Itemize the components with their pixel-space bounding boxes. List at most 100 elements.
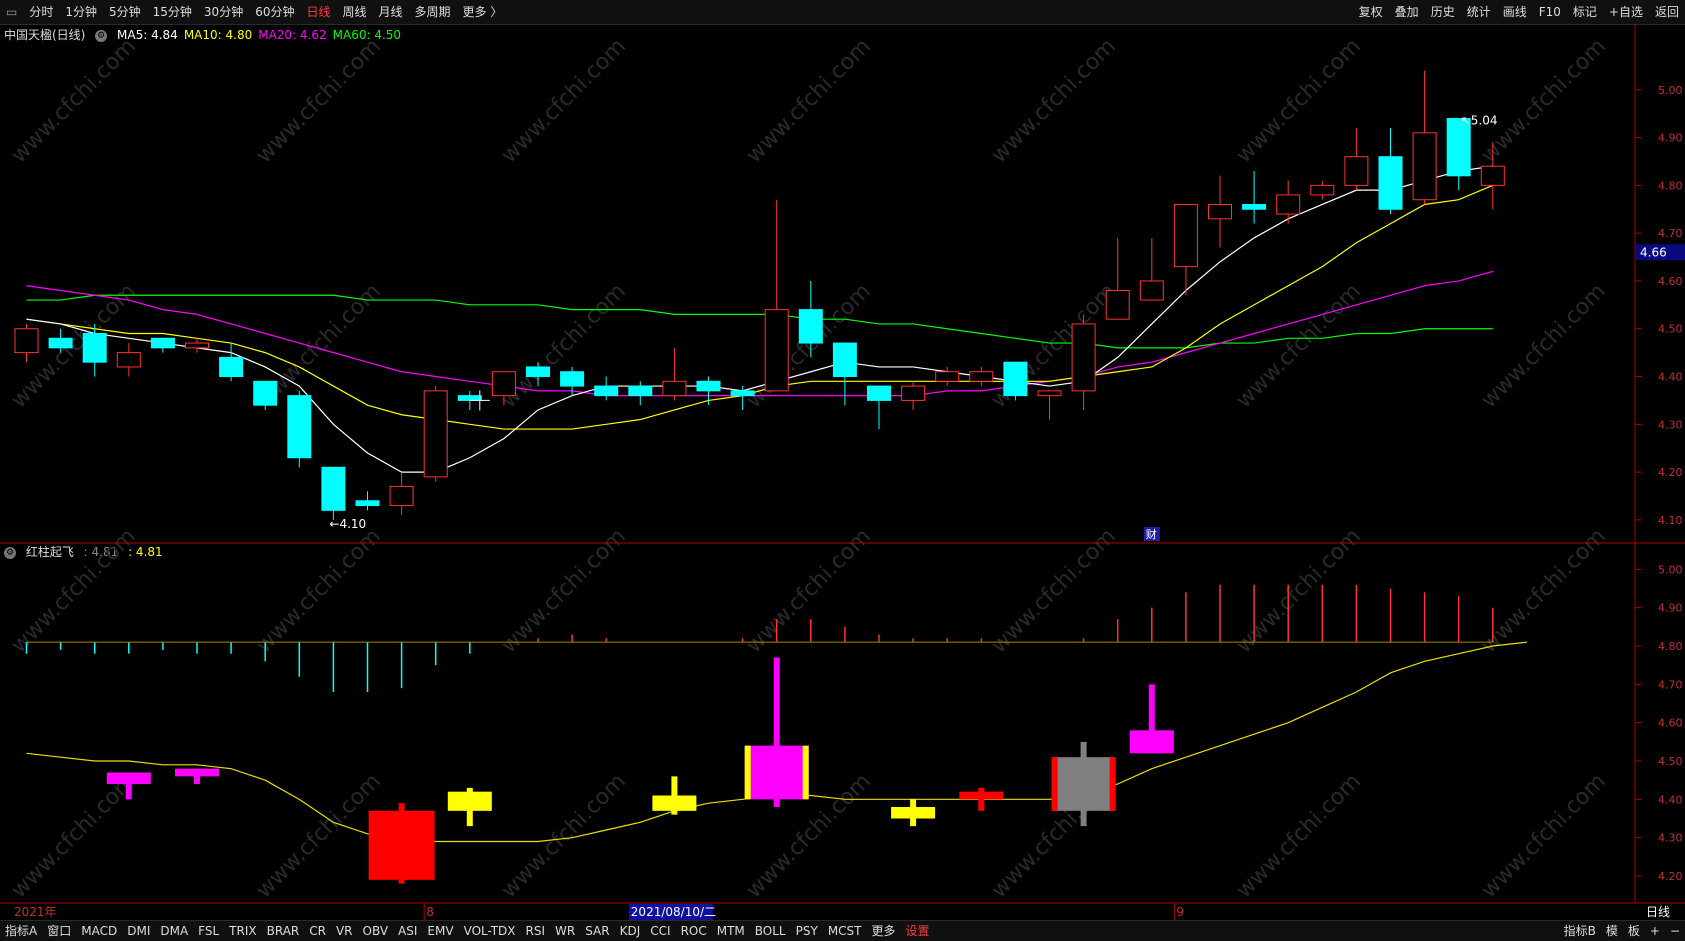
indicator-tab-5[interactable]: FSL	[193, 921, 224, 941]
tool-button-4[interactable]: 画线	[1497, 0, 1533, 24]
bottom-right-button-0[interactable]: 指标B	[1559, 921, 1601, 941]
watermark-text: www.cfchi.com	[1232, 524, 1366, 658]
period-tab-8[interactable]: 月线	[373, 0, 409, 24]
period-tab-5[interactable]: 60分钟	[249, 0, 300, 24]
chart-area[interactable]: www.cfchi.com www.cfchi.com www.cfchi.com w…	[0, 24, 1685, 920]
period-tab-4[interactable]: 30分钟	[198, 0, 249, 24]
indicator-tab-9[interactable]: VR	[331, 921, 358, 941]
period-tab-1[interactable]: 1分钟	[59, 0, 103, 24]
indicator-tab-16[interactable]: SAR	[580, 921, 614, 941]
candle-body	[389, 485, 414, 507]
indicator-tab-18[interactable]: CCI	[645, 921, 675, 941]
watermark-text: www.cfchi.com	[1232, 769, 1366, 903]
indicator-tick-label: 4.50	[1658, 755, 1683, 768]
signal-edge	[802, 745, 809, 800]
indicator-tab-12[interactable]: EMV	[422, 921, 458, 941]
indicator-tab-17[interactable]: KDJ	[615, 921, 646, 941]
indicator-tab-0[interactable]: 指标A	[0, 921, 42, 941]
candle-body	[219, 356, 244, 378]
indicator-tab-14[interactable]: RSI	[521, 921, 551, 941]
candle-body	[1173, 203, 1198, 268]
period-tab-10[interactable]: 更多 〉	[457, 0, 509, 24]
tool-button-3[interactable]: 统计	[1461, 0, 1497, 24]
price-tick-label: 4.70	[1658, 227, 1683, 240]
watermark-text: www.cfchi.com	[252, 524, 386, 658]
candle-body	[423, 390, 448, 478]
indicator-tab-10[interactable]: OBV	[358, 921, 394, 941]
watermark-text: www.cfchi.com	[1477, 34, 1611, 168]
signal-body	[1051, 757, 1116, 811]
period-tab-0[interactable]: 分时	[23, 0, 59, 24]
candle-body	[935, 371, 960, 382]
tool-button-8[interactable]: 返回	[1649, 0, 1685, 24]
signal-body	[175, 768, 219, 777]
price-tick-label: 4.30	[1658, 418, 1683, 431]
indicator-tab-8[interactable]: CR	[304, 921, 331, 941]
period-tabs: 分时 1分钟 5分钟 15分钟 30分钟 60分钟 日线 周线 月线 多周期 更多 〉	[23, 0, 508, 24]
period-tab-3[interactable]: 15分钟	[147, 0, 198, 24]
tool-button-0[interactable]: 复权	[1353, 0, 1389, 24]
signal-body	[368, 810, 435, 880]
candle-body	[1480, 165, 1505, 186]
candle-body	[82, 333, 107, 363]
indicator-tab-3[interactable]: DMI	[122, 921, 155, 941]
candle-body	[696, 380, 721, 392]
bottom-right-button-1[interactable]: 模	[1601, 921, 1623, 941]
price-tick-label: 4.60	[1658, 275, 1683, 288]
price-tick-label: 5.00	[1658, 84, 1683, 97]
candle-body	[798, 309, 823, 344]
indicator-tab-20[interactable]: MTM	[712, 921, 750, 941]
month-label-1: 8	[426, 905, 434, 919]
bottom-right-button-4[interactable]: −	[1665, 921, 1685, 941]
ma5-line	[26, 165, 1493, 473]
indicator-tab-19[interactable]: ROC	[676, 921, 712, 941]
watermark-text: www.cfchi.com	[252, 34, 386, 168]
indicator-tab-25[interactable]: 设置	[901, 921, 935, 941]
bottom-right-button-2[interactable]: 板	[1623, 921, 1645, 941]
period-tab-6[interactable]: 日线	[300, 0, 336, 24]
tool-buttons: 复权 叠加 历史 统计 画线 F10 标记 +自选 返回	[1353, 0, 1685, 24]
cursor-date-label: 2021/08/10/二	[631, 905, 716, 919]
indicator-tab-2[interactable]: MACD	[76, 921, 122, 941]
current-price-label: 4.66	[1640, 245, 1667, 259]
indicator-tab-23[interactable]: MCST	[823, 921, 867, 941]
candle-body	[287, 395, 312, 459]
watermark-text: www.cfchi.com	[252, 769, 386, 903]
indicator-tick-label: 4.40	[1658, 793, 1683, 806]
indicator-tab-4[interactable]: DMA	[155, 921, 193, 941]
watermark-text: www.cfchi.com	[1477, 769, 1611, 903]
ma60-line	[26, 294, 1493, 349]
candle-body	[355, 500, 380, 507]
candle-body	[662, 380, 687, 397]
indicator-tab-22[interactable]: PSY	[791, 921, 823, 941]
indicator-tab-6[interactable]: TRIX	[224, 921, 261, 941]
indicator-tab-1[interactable]: 窗口	[42, 921, 76, 941]
bottom-right-button-3[interactable]: +	[1645, 921, 1665, 941]
candle-body	[116, 352, 141, 368]
indicator-tab-7[interactable]: BRAR	[262, 921, 305, 941]
period-tab-9[interactable]: 多周期	[409, 0, 457, 24]
tool-button-7[interactable]: +自选	[1603, 0, 1649, 24]
watermark-text: www.cfchi.com	[7, 34, 141, 168]
signal-body	[652, 795, 697, 811]
tool-button-1[interactable]: 叠加	[1389, 0, 1425, 24]
tool-button-5[interactable]: F10	[1533, 0, 1567, 24]
tool-button-6[interactable]: 标记	[1567, 0, 1603, 24]
indicator-tab-11[interactable]: ASI	[393, 921, 422, 941]
indicator-tab-15[interactable]: WR	[550, 921, 580, 941]
indicator-tab-21[interactable]: BOLL	[750, 921, 791, 941]
period-tab-7[interactable]: 周线	[337, 0, 373, 24]
signal-body	[891, 807, 936, 819]
candle-body	[321, 466, 346, 511]
watermark-text: www.cfchi.com	[742, 34, 876, 168]
indicator-tabs: 指标A 窗口 MACD DMI DMA FSL TRIX BRAR CR VR OBV ASI EMV V…	[0, 921, 935, 941]
signal-body	[744, 745, 809, 800]
period-tab-2[interactable]: 5分钟	[103, 0, 147, 24]
tool-button-2[interactable]: 历史	[1425, 0, 1461, 24]
watermark-text: www.cfchi.com	[7, 524, 141, 658]
window-restore-icon[interactable]: ▭	[0, 0, 23, 24]
indicator-tab-13[interactable]: VOL-TDX	[459, 921, 521, 941]
candle-body	[1412, 132, 1437, 201]
indicator-tab-24[interactable]: 更多	[867, 921, 901, 941]
watermark-text: www.cfchi.com	[1232, 279, 1366, 413]
